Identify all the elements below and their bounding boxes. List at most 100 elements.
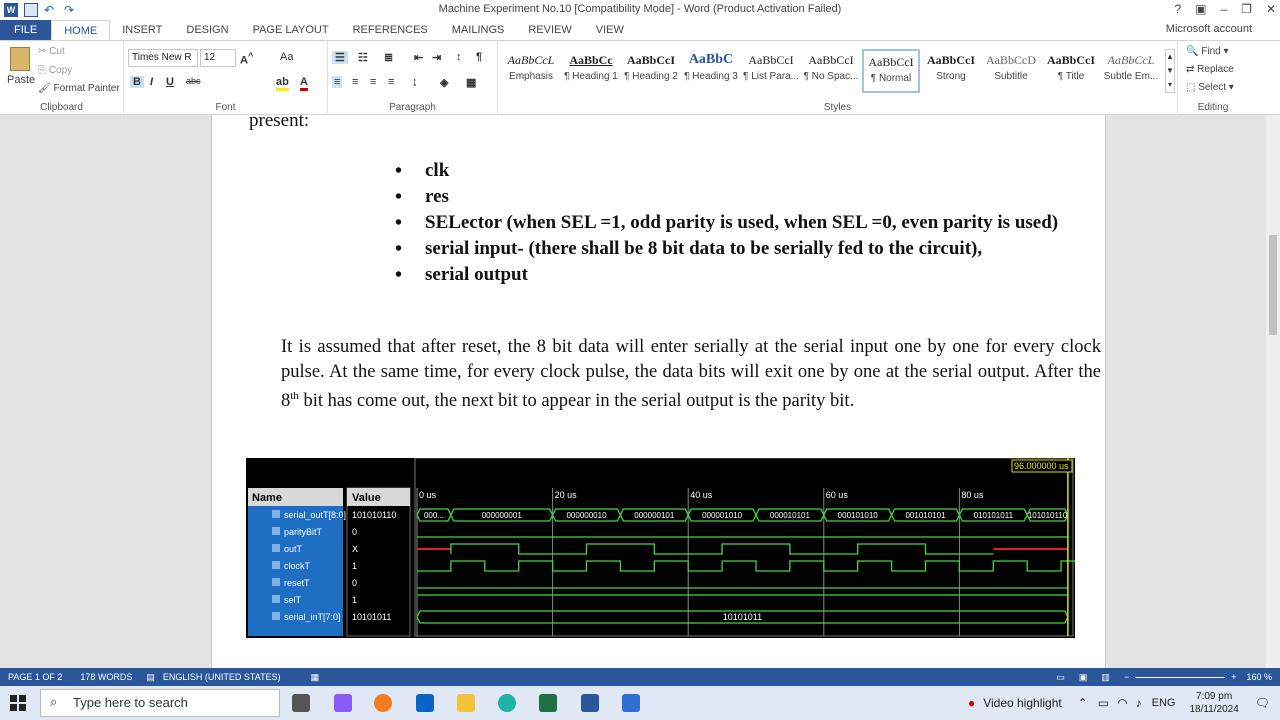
language-indicator[interactable]: ENGLISH (UNITED STATES) xyxy=(163,672,281,682)
tab-page-layout[interactable]: PAGE LAYOUT xyxy=(241,20,341,40)
wifi-icon[interactable]: ◠ xyxy=(1117,696,1127,710)
page-count[interactable]: PAGE 1 OF 2 xyxy=(8,672,62,682)
file-explorer-icon[interactable] xyxy=(457,694,475,712)
print-layout-icon[interactable]: ▣ xyxy=(1079,672,1088,683)
borders-icon[interactable]: ▦ xyxy=(466,76,476,89)
style-strong[interactable]: AaBbCcI Strong xyxy=(922,49,980,93)
style-list-paragraph[interactable]: AaBbCcI ¶ List Para... xyxy=(742,49,800,93)
text-highlight-icon[interactable]: ab xyxy=(276,76,289,91)
redo-icon[interactable]: ↷ xyxy=(64,3,78,17)
line-spacing-icon[interactable]: ↨ xyxy=(412,76,418,88)
tab-mailings[interactable]: MAILINGS xyxy=(440,20,517,40)
nba-icon[interactable]: ● xyxy=(968,696,975,710)
style-heading-3[interactable]: AaBbC ¶ Heading 3 xyxy=(682,49,740,93)
font-size-select[interactable]: 12 xyxy=(200,49,236,67)
replace-button[interactable]: ⇄ Replace xyxy=(1186,64,1234,75)
web-layout-icon[interactable]: ▥ xyxy=(1101,672,1110,683)
style-heading-2[interactable]: AaBbCcI ¶ Heading 2 xyxy=(622,49,680,93)
grow-font-icon[interactable]: A^ xyxy=(240,51,253,67)
read-mode-icon[interactable]: ▭ xyxy=(1056,672,1065,683)
close-icon[interactable]: ✕ xyxy=(1266,2,1276,16)
ribbon-display-icon[interactable]: ▣ xyxy=(1195,2,1206,16)
format-painter-button[interactable]: 🖌 Format Painter xyxy=(38,83,120,94)
underline-icon[interactable]: U xyxy=(166,76,174,88)
style-subtitle[interactable]: AaBbCcD Subtitle xyxy=(982,49,1040,93)
task-view-icon[interactable] xyxy=(292,694,310,712)
tab-insert[interactable]: INSERT xyxy=(110,20,174,40)
scroll-thumb[interactable] xyxy=(1269,235,1277,335)
notifications-icon[interactable]: 🗨 xyxy=(1255,696,1270,710)
vertical-scrollbar[interactable] xyxy=(1266,115,1280,668)
minimize-icon[interactable]: – xyxy=(1220,2,1227,16)
style-title[interactable]: AaBbCcI ¶ Title xyxy=(1042,49,1100,93)
increase-indent-icon[interactable]: ⇥ xyxy=(432,51,441,64)
style-no-spacing[interactable]: AaBbCcI ¶ No Spac... xyxy=(802,49,860,93)
tab-view[interactable]: VIEW xyxy=(584,20,636,40)
decrease-indent-icon[interactable]: ⇤ xyxy=(414,51,423,64)
tab-home[interactable]: HOME xyxy=(51,20,111,40)
window-title: Machine Experiment No.10 [Compatibility … xyxy=(438,3,842,15)
capture-icon[interactable] xyxy=(622,694,640,712)
start-icon[interactable] xyxy=(10,695,26,711)
cut-button[interactable]: ✂ Cut xyxy=(38,46,65,57)
style-normal[interactable]: AaBbCcI ¶ Normal xyxy=(862,49,920,93)
proofing-icon[interactable]: ▤ xyxy=(146,672,155,683)
undo-icon[interactable]: ↶ xyxy=(44,3,58,17)
word-icon[interactable] xyxy=(581,694,599,712)
macro-icon[interactable]: ▦ xyxy=(311,672,320,683)
bullet-item: serial output xyxy=(395,263,1097,287)
account-link[interactable]: Microsoft account xyxy=(1166,23,1252,35)
align-left-icon[interactable]: ≡ xyxy=(332,76,343,88)
clock[interactable]: 7:09 pm 18/11/2024 xyxy=(1189,690,1238,716)
battery-icon[interactable]: ▭ xyxy=(1098,696,1109,710)
sort-icon[interactable]: ↕ xyxy=(456,51,462,63)
chevron-up-icon[interactable]: ⌃ xyxy=(1078,696,1088,710)
zoom-in-icon[interactable]: + xyxy=(1231,672,1236,682)
help-icon[interactable]: ? xyxy=(1174,2,1181,16)
restore-icon[interactable]: ❐ xyxy=(1241,2,1252,16)
zoom-out-icon[interactable]: − xyxy=(1124,672,1129,682)
tab-review[interactable]: REVIEW xyxy=(516,20,583,40)
style-subtle-emphasis[interactable]: AaBbCcL Subtle Em... xyxy=(1102,49,1160,93)
multilevel-list-icon[interactable]: ≣ xyxy=(384,51,393,64)
bold-icon[interactable]: B xyxy=(130,76,144,88)
zoom-slider[interactable] xyxy=(1135,676,1226,678)
paste-button[interactable]: Paste xyxy=(7,74,35,86)
styles-scroll[interactable]: ▲ ▼ ▾ xyxy=(1165,49,1175,93)
strikethrough-icon[interactable]: abc xyxy=(186,76,201,86)
style-heading-1[interactable]: AaBbCc ¶ Heading 1 xyxy=(562,49,620,93)
copy-button[interactable]: ⎘ Copy xyxy=(38,65,72,76)
find-button[interactable]: 🔍 Find ▾ xyxy=(1186,46,1229,57)
outlook-icon[interactable] xyxy=(416,694,434,712)
style-name: Strong xyxy=(936,71,966,82)
numbering-icon[interactable]: ☷ xyxy=(358,51,368,64)
align-right-icon[interactable]: ≡ xyxy=(370,76,376,88)
document-page[interactable]: present: clk res SELector (when SEL =1, … xyxy=(211,115,1106,668)
edge-icon[interactable] xyxy=(498,694,516,712)
change-case-icon[interactable]: Aa xyxy=(280,51,293,63)
font-name-select[interactable]: Times New R xyxy=(128,49,198,67)
firefox-icon[interactable] xyxy=(374,694,392,712)
word-count[interactable]: 178 WORDS xyxy=(80,672,132,682)
tab-file[interactable]: FILE xyxy=(0,20,52,40)
style-emphasis[interactable]: AaBbCcL Emphasis xyxy=(502,49,560,93)
language-indicator[interactable]: ENG xyxy=(1152,697,1176,709)
style-sample: AaBbCcI xyxy=(748,53,794,67)
shading-icon[interactable]: ◈ xyxy=(440,76,448,89)
align-center-icon[interactable]: ≡ xyxy=(352,76,358,88)
bullets-icon[interactable]: ☰ xyxy=(332,51,348,64)
select-button[interactable]: ⬚ Select ▾ xyxy=(1186,82,1234,93)
italic-icon[interactable]: I xyxy=(150,76,153,88)
video-highlight[interactable]: Video highlight xyxy=(983,696,1062,710)
justify-icon[interactable]: ≡ xyxy=(388,76,394,88)
tab-references[interactable]: REFERENCES xyxy=(341,20,440,40)
font-color-icon[interactable]: A xyxy=(300,76,308,91)
volume-icon[interactable]: ♪ xyxy=(1136,696,1142,710)
copilot-icon[interactable] xyxy=(334,694,352,712)
excel-icon[interactable] xyxy=(539,694,557,712)
zoom-level[interactable]: 160 % xyxy=(1246,672,1272,682)
tab-design[interactable]: DESIGN xyxy=(174,20,240,40)
taskbar-search[interactable]: Type here to search xyxy=(40,689,280,717)
show-marks-icon[interactable]: ¶ xyxy=(476,51,482,63)
save-icon[interactable] xyxy=(24,3,38,17)
